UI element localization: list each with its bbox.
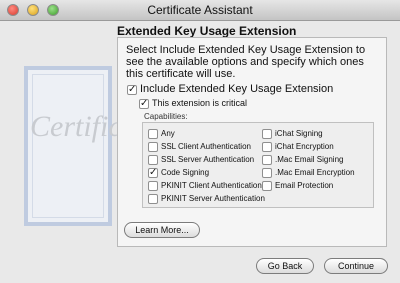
- capability-label-pkinit-server: PKINIT Server Authentication: [161, 194, 265, 203]
- capability-label-pkinit-client: PKINIT Client Authentication: [161, 181, 262, 190]
- capability-label-email-protection: Email Protection: [275, 181, 334, 190]
- capability-label-mac-email-encryption: .Mac Email Encryption: [275, 168, 355, 177]
- capability-checkbox-pkinit-client[interactable]: [148, 181, 158, 191]
- certificate-border: [32, 74, 104, 218]
- include-extension-label: Include Extended Key Usage Extension: [140, 83, 334, 95]
- capability-checkbox-mac-email-signing[interactable]: [262, 155, 272, 165]
- critical-extension-checkbox[interactable]: ✓: [139, 99, 149, 109]
- critical-extension-label: This extension is critical: [152, 98, 248, 108]
- capability-checkbox-any[interactable]: [148, 129, 158, 139]
- capability-label-ssl-client: SSL Client Authentication: [161, 142, 251, 151]
- capability-label-ssl-server: SSL Server Authentication: [161, 155, 255, 164]
- capability-label-ichat-signing: iChat Signing: [275, 129, 323, 138]
- continue-button[interactable]: Continue: [324, 258, 388, 274]
- capability-checkbox-ssl-client[interactable]: [148, 142, 158, 152]
- capability-label-ichat-encryption: iChat Encryption: [275, 142, 334, 151]
- capability-label-any: Any: [161, 129, 175, 138]
- capability-checkbox-ichat-encryption[interactable]: [262, 142, 272, 152]
- capability-checkbox-code-signing[interactable]: ✓: [148, 168, 158, 178]
- go-back-button[interactable]: Go Back: [256, 258, 314, 274]
- certificate-watermark-text: Certific: [30, 110, 122, 143]
- capability-label-code-signing: Code Signing: [161, 168, 210, 177]
- certificate-illustration: [24, 66, 112, 226]
- capability-checkbox-mac-email-encryption[interactable]: [262, 168, 272, 178]
- capability-checkbox-pkinit-server[interactable]: [148, 194, 158, 204]
- include-extension-checkbox[interactable]: ✓: [127, 85, 137, 95]
- learn-more-button[interactable]: Learn More...: [124, 222, 200, 238]
- capability-checkbox-ssl-server[interactable]: [148, 155, 158, 165]
- section-title: Extended Key Usage Extension: [117, 24, 297, 38]
- extension-panel: Select Include Extended Key Usage Extens…: [117, 37, 387, 247]
- capabilities-label: Capabilities:: [144, 112, 188, 121]
- section-description: Select Include Extended Key Usage Extens…: [126, 44, 366, 80]
- window-title: Certificate Assistant: [147, 3, 253, 17]
- certificate-assistant-window: Certificate Assistant Certific Extended …: [0, 0, 400, 283]
- capability-checkbox-email-protection[interactable]: [262, 181, 272, 191]
- capability-checkbox-ichat-signing[interactable]: [262, 129, 272, 139]
- title-bar: Certificate Assistant: [0, 0, 400, 21]
- capability-label-mac-email-signing: .Mac Email Signing: [275, 155, 344, 164]
